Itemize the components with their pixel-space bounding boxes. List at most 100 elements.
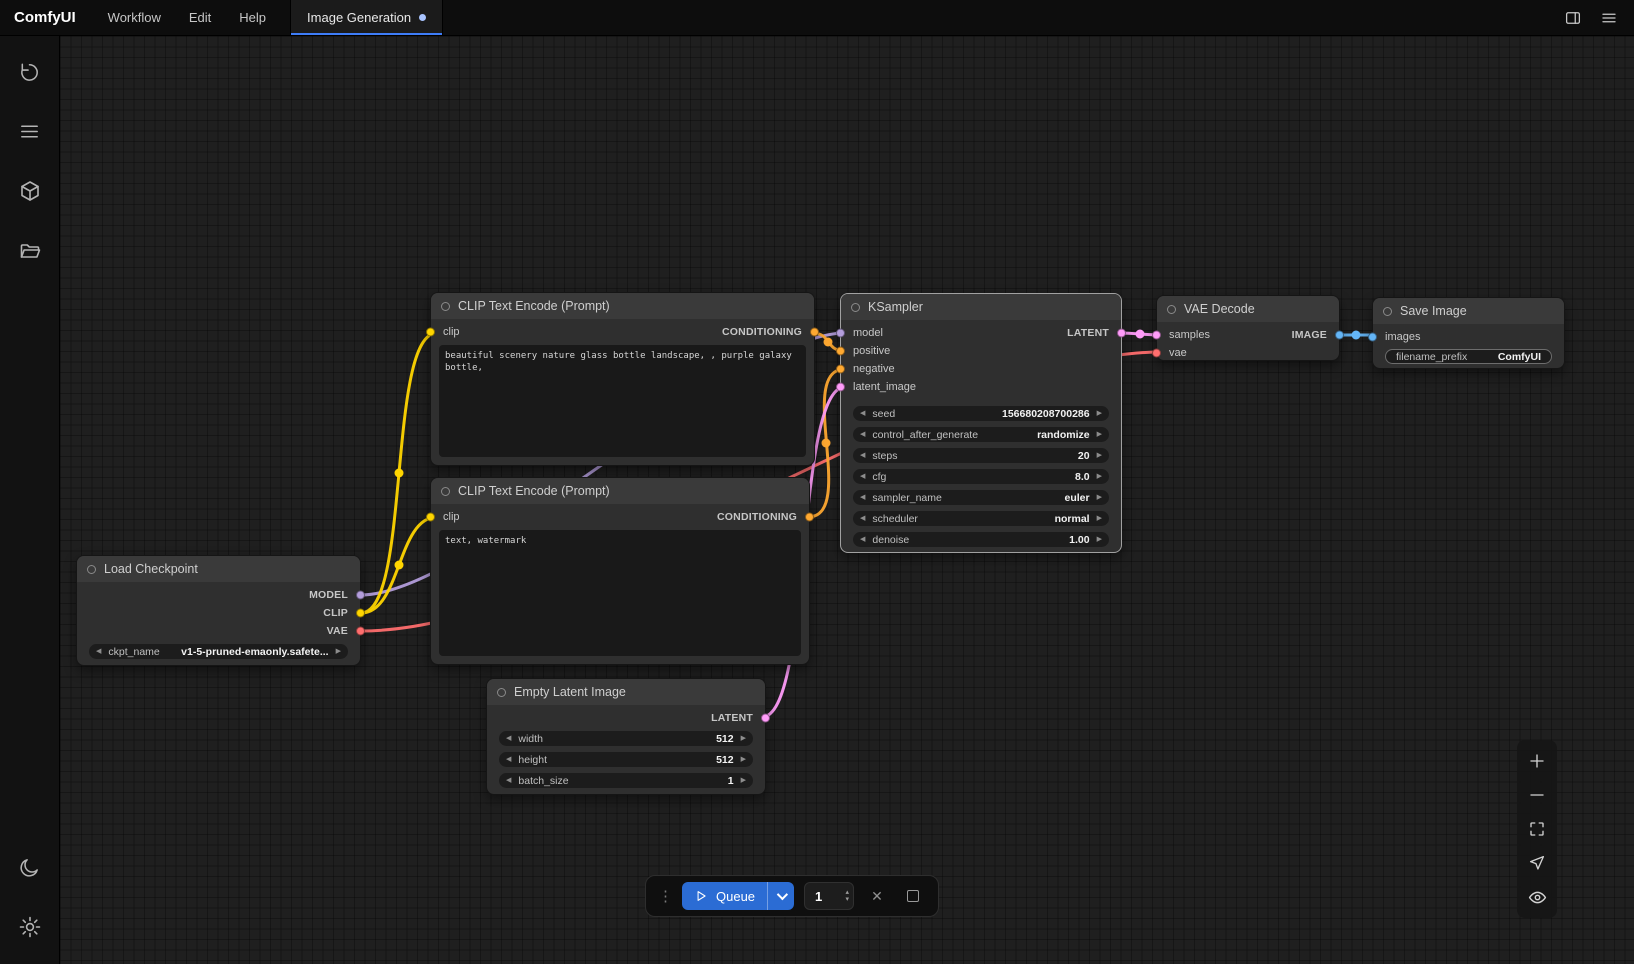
queue-run-button[interactable]: Queue <box>682 882 767 910</box>
input-slot-clip[interactable] <box>426 513 435 522</box>
increment-arrow-icon[interactable]: ▶ <box>1097 452 1102 459</box>
node-ksampler[interactable]: KSampler model LATENT positive negative … <box>840 293 1122 553</box>
menu-workflow[interactable]: Workflow <box>94 0 175 35</box>
widget-control-after-generate[interactable]: ◀ control_after_generate randomize ▶ <box>853 427 1109 442</box>
settings-button[interactable] <box>9 906 51 948</box>
node-empty-latent-image[interactable]: Empty Latent Image LATENT ◀ width 512 ▶ … <box>486 678 766 795</box>
decrement-arrow-icon[interactable]: ◀ <box>506 756 511 763</box>
zoom-in-button[interactable] <box>1520 744 1554 778</box>
decrement-arrow-icon[interactable]: ◀ <box>860 536 865 543</box>
collapse-dot-icon[interactable] <box>87 565 96 574</box>
collapse-dot-icon[interactable] <box>851 303 860 312</box>
node-header[interactable]: Save Image <box>1373 298 1564 324</box>
negative-prompt-textarea[interactable]: text, watermark <box>439 530 801 656</box>
decrement-arrow-icon[interactable]: ◀ <box>96 648 101 655</box>
input-slot-samples[interactable] <box>1152 331 1161 340</box>
input-slot-negative[interactable] <box>836 365 845 374</box>
output-slot-conditioning[interactable] <box>805 513 814 522</box>
queue-options-button[interactable] <box>768 882 794 910</box>
node-clip-text-encode-positive[interactable]: CLIP Text Encode (Prompt) clip CONDITION… <box>430 292 815 466</box>
widget-cfg[interactable]: ◀ cfg 8.0 ▶ <box>853 469 1109 484</box>
clear-queue-button[interactable]: ✕ <box>864 883 890 909</box>
collapse-dot-icon[interactable] <box>441 302 450 311</box>
output-slot-vae[interactable] <box>356 627 365 636</box>
model-library-button[interactable] <box>9 170 51 212</box>
collapse-dot-icon[interactable] <box>1167 305 1176 314</box>
toggle-panel-button[interactable] <box>1558 4 1588 32</box>
node-header[interactable]: Empty Latent Image <box>487 679 765 705</box>
increment-arrow-icon[interactable]: ▶ <box>1097 410 1102 417</box>
increment-arrow-icon[interactable]: ▶ <box>741 756 746 763</box>
node-clip-text-encode-negative[interactable]: CLIP Text Encode (Prompt) clip CONDITION… <box>430 477 810 665</box>
input-slot-clip[interactable] <box>426 328 435 337</box>
decrement-arrow-icon[interactable]: ◀ <box>860 410 865 417</box>
increment-arrow-icon[interactable]: ▶ <box>1097 515 1102 522</box>
decrement-arrow-icon[interactable]: ◀ <box>860 515 865 522</box>
decrement-arrow-icon[interactable]: ◀ <box>506 735 511 742</box>
collapse-dot-icon[interactable] <box>497 688 506 697</box>
drag-handle-icon[interactable]: ⋮ <box>658 887 672 905</box>
decrement-arrow-icon[interactable]: ◀ <box>860 473 865 480</box>
input-slot-model[interactable] <box>836 329 845 338</box>
widget-width[interactable]: ◀ width 512 ▶ <box>499 731 753 746</box>
stop-button[interactable] <box>900 883 926 909</box>
workflows-browser-button[interactable] <box>9 230 51 272</box>
increment-arrow-icon[interactable]: ▶ <box>1097 536 1102 543</box>
widget-filename-prefix[interactable]: filename_prefix ComfyUI <box>1385 349 1552 364</box>
decrement-arrow-icon[interactable]: ◀ <box>860 494 865 501</box>
workflow-history-button[interactable] <box>9 50 51 92</box>
increment-arrow-icon[interactable]: ▶ <box>1097 431 1102 438</box>
link-midpoint-dot[interactable] <box>1352 331 1361 340</box>
node-graph-canvas[interactable]: CLIP Text Encode (Prompt) clip CONDITION… <box>60 36 1634 964</box>
queue-list-button[interactable] <box>9 110 51 152</box>
menu-help[interactable]: Help <box>225 0 280 35</box>
increment-arrow-icon[interactable]: ▶ <box>336 648 341 655</box>
decrement-arrow-icon[interactable]: ◀ <box>860 431 865 438</box>
step-down-icon[interactable]: ▾ <box>846 896 850 903</box>
widget-scheduler[interactable]: ◀ scheduler normal ▶ <box>853 511 1109 526</box>
tab-image-generation[interactable]: Image Generation <box>290 0 443 35</box>
increment-arrow-icon[interactable]: ▶ <box>1097 473 1102 480</box>
fit-view-button[interactable] <box>1520 812 1554 846</box>
node-header[interactable]: CLIP Text Encode (Prompt) <box>431 478 809 504</box>
decrement-arrow-icon[interactable]: ◀ <box>506 777 511 784</box>
node-header[interactable]: VAE Decode <box>1157 296 1339 322</box>
step-up-icon[interactable]: ▴ <box>846 889 850 896</box>
node-load-checkpoint[interactable]: Load Checkpoint MODEL CLIP VAE ◀ ckpt_na… <box>76 555 361 666</box>
output-slot-clip[interactable] <box>356 609 365 618</box>
theme-toggle-button[interactable] <box>9 846 51 888</box>
link-midpoint-dot[interactable] <box>395 561 404 570</box>
widget-seed[interactable]: ◀ seed 156680208700286 ▶ <box>853 406 1109 421</box>
collapse-dot-icon[interactable] <box>441 487 450 496</box>
input-slot-latent-image[interactable] <box>836 383 845 392</box>
menu-edit[interactable]: Edit <box>175 0 225 35</box>
widget-height[interactable]: ◀ height 512 ▶ <box>499 752 753 767</box>
output-slot-latent[interactable] <box>761 714 770 723</box>
decrement-arrow-icon[interactable]: ◀ <box>860 452 865 459</box>
link-midpoint-dot[interactable] <box>395 469 404 478</box>
increment-arrow-icon[interactable]: ▶ <box>1097 494 1102 501</box>
collapse-dot-icon[interactable] <box>1383 307 1392 316</box>
widget-batch-size[interactable]: ◀ batch_size 1 ▶ <box>499 773 753 788</box>
input-slot-images[interactable] <box>1368 333 1377 342</box>
output-slot-conditioning[interactable] <box>810 328 819 337</box>
toggle-visibility-button[interactable] <box>1520 880 1554 914</box>
input-slot-positive[interactable] <box>836 347 845 356</box>
widget-denoise[interactable]: ◀ denoise 1.00 ▶ <box>853 532 1109 547</box>
increment-arrow-icon[interactable]: ▶ <box>741 735 746 742</box>
link-midpoint-dot[interactable] <box>822 439 831 448</box>
output-slot-model[interactable] <box>356 591 365 600</box>
positive-prompt-textarea[interactable]: beautiful scenery nature glass bottle la… <box>439 345 806 457</box>
widget-steps[interactable]: ◀ steps 20 ▶ <box>853 448 1109 463</box>
batch-count-stepper[interactable]: 1 ▴ ▾ <box>804 882 854 910</box>
widget-ckpt-name[interactable]: ◀ ckpt_name v1-5-pruned-emaonly.safete..… <box>89 644 348 659</box>
widget-sampler-name[interactable]: ◀ sampler_name euler ▶ <box>853 490 1109 505</box>
increment-arrow-icon[interactable]: ▶ <box>741 777 746 784</box>
node-vae-decode[interactable]: VAE Decode samples IMAGE vae <box>1156 295 1340 361</box>
main-menu-button[interactable] <box>1594 4 1624 32</box>
node-header[interactable]: CLIP Text Encode (Prompt) <box>431 293 814 319</box>
zoom-out-button[interactable] <box>1520 778 1554 812</box>
node-save-image[interactable]: Save Image images filename_prefix ComfyU… <box>1372 297 1565 369</box>
output-slot-image[interactable] <box>1335 331 1344 340</box>
select-mode-button[interactable] <box>1520 846 1554 880</box>
